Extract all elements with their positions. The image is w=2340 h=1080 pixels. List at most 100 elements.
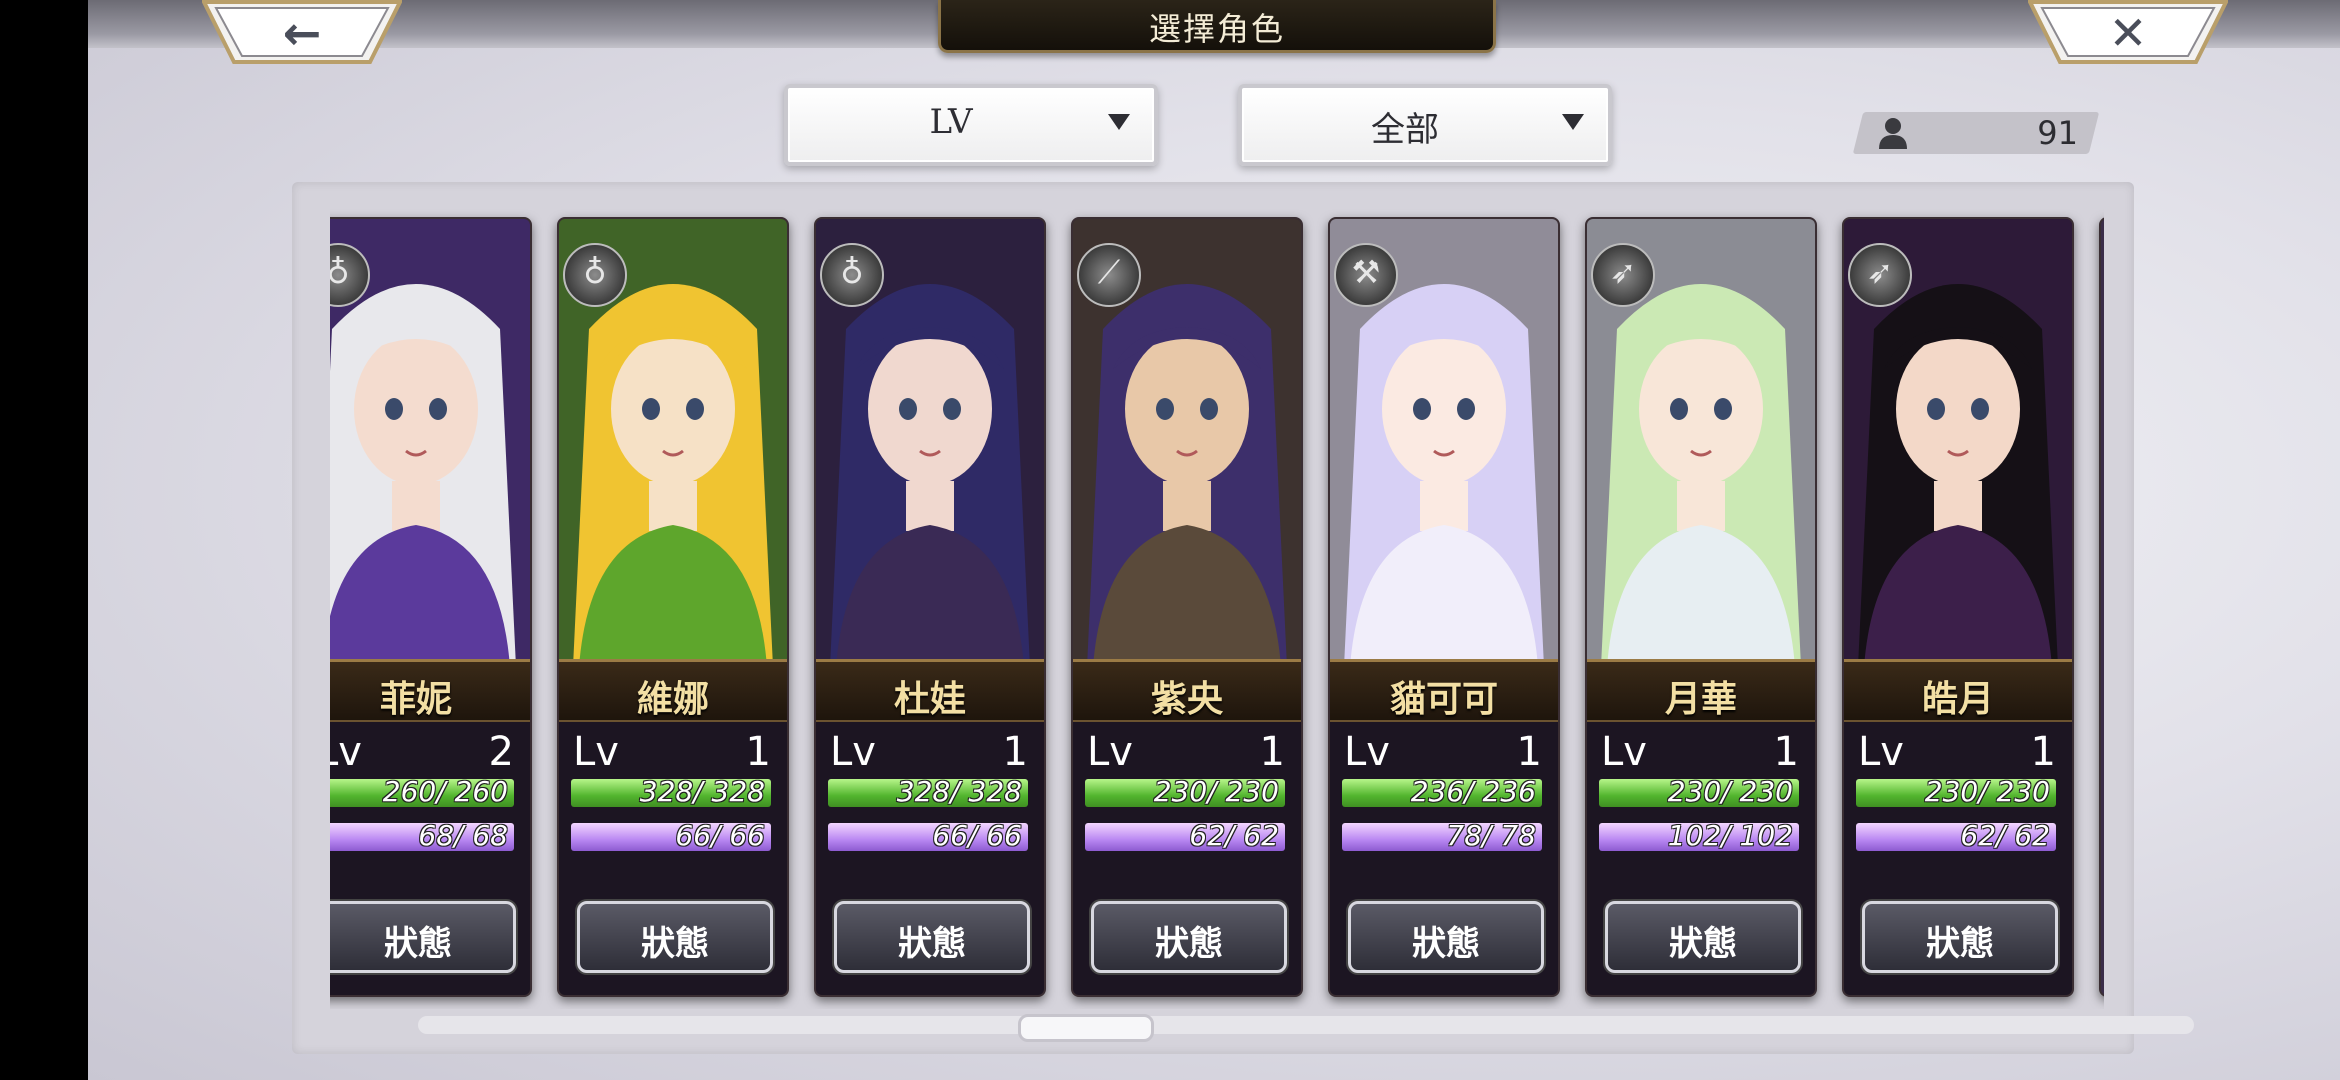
hp-value: 236/ 236 bbox=[1410, 775, 1536, 808]
mp-bar: 62/ 62 bbox=[1085, 819, 1285, 852]
hp-bar: 230/ 230 bbox=[1085, 775, 1285, 808]
status-button-label: 狀態 bbox=[1155, 924, 1223, 964]
status-button[interactable]: 狀態 bbox=[1862, 901, 2058, 973]
mp-bar: 78/ 78 bbox=[1342, 819, 1542, 852]
character-card[interactable]: ➶ 月華 Lv 1 230/ 230 102/ 102 狀態 bbox=[1585, 217, 1817, 997]
character-card[interactable]: ♁ 維娜 Lv 1 328/ 328 66/ 66 狀態 bbox=[557, 217, 789, 997]
hp-value: 230/ 230 bbox=[1153, 775, 1279, 808]
name-plate: 紫央 bbox=[1073, 659, 1301, 722]
character-name: 菲妮 bbox=[379, 678, 452, 720]
mp-value: 66/ 66 bbox=[932, 819, 1022, 852]
hp-value: 230/ 230 bbox=[1667, 775, 1793, 808]
name-plate: 月華 bbox=[1587, 659, 1815, 722]
name-plate: 杜娃 bbox=[816, 659, 1044, 722]
mp-value: 62/ 62 bbox=[1189, 819, 1279, 852]
screen: ← 選擇角色 ✕ LV 全部 91 菲妮 v 2 260/ 260 68/ 68… bbox=[88, 0, 2340, 1080]
mp-value: 62/ 62 bbox=[1960, 819, 2050, 852]
status-button[interactable]: 狀態 bbox=[834, 901, 1030, 973]
character-card[interactable]: ⚒ 貓可可 Lv 1 236/ 236 78/ 78 狀態 bbox=[1328, 217, 1560, 997]
character-card[interactable]: ♁ 菲妮 Lv 2 260/ 260 68/ 68 狀態 bbox=[330, 217, 532, 997]
level-label: Lv bbox=[1601, 729, 1647, 775]
level-value: 1 bbox=[2030, 729, 2056, 775]
axe-icon: ⚒ bbox=[1334, 243, 1398, 307]
status-button[interactable]: 狀態 bbox=[1091, 901, 1287, 973]
character-card[interactable]: ⟋ 紫央 Lv 1 230/ 230 62/ 62 狀態 bbox=[1071, 217, 1303, 997]
level-label: Lv bbox=[830, 729, 876, 775]
status-button-label: 狀態 bbox=[1412, 924, 1480, 964]
status-button-label: 狀態 bbox=[1926, 924, 1994, 964]
character-card[interactable]: ➶ 皓月 Lv 1 230/ 230 62/ 62 狀態 bbox=[1842, 217, 2074, 997]
mp-bar: 66/ 66 bbox=[571, 819, 771, 852]
mp-value: 78/ 78 bbox=[1446, 819, 1536, 852]
character-card[interactable]: ♁ 杜娃 Lv 1 328/ 328 66/ 66 狀態 bbox=[814, 217, 1046, 997]
mp-bar: 66/ 66 bbox=[828, 819, 1028, 852]
hp-value: 230/ 230 bbox=[1924, 775, 2050, 808]
status-button-label: 狀態 bbox=[384, 924, 452, 964]
back-arrow-icon: ← bbox=[282, 6, 322, 60]
staff-icon: ♁ bbox=[820, 243, 884, 307]
character-name: 月華 bbox=[1664, 678, 1737, 720]
mp-bar: 62/ 62 bbox=[1856, 819, 2056, 852]
hp-bar: 260/ 260 bbox=[330, 775, 514, 808]
hp-value: 260/ 260 bbox=[382, 775, 508, 808]
status-button-label: 狀態 bbox=[898, 924, 966, 964]
roster-count: 91 bbox=[2037, 114, 2078, 152]
level-value: 1 bbox=[1516, 729, 1542, 775]
character-carousel[interactable]: ♁ 菲妮 Lv 2 260/ 260 68/ 68 狀態 bbox=[330, 183, 2104, 1009]
status-button[interactable]: 狀態 bbox=[330, 901, 516, 973]
chevron-down-icon bbox=[1562, 114, 1584, 130]
page-title: 選擇角色 bbox=[1148, 10, 1285, 48]
name-plate: 貓可可 bbox=[1330, 659, 1558, 722]
character-name: 紫央 bbox=[1150, 678, 1223, 720]
status-button[interactable]: 狀態 bbox=[1348, 901, 1544, 973]
chevron-down-icon bbox=[1108, 114, 1130, 130]
level-value: 1 bbox=[745, 729, 771, 775]
filter-dropdown[interactable]: 全部 bbox=[1238, 84, 1612, 166]
level-label: Lv bbox=[1344, 729, 1390, 775]
level-value: 1 bbox=[1002, 729, 1028, 775]
mp-bar: 68/ 68 bbox=[330, 819, 514, 852]
scrollbar-thumb[interactable] bbox=[1018, 1014, 1154, 1042]
level-label: Lv bbox=[330, 729, 362, 775]
level-value: 1 bbox=[1259, 729, 1285, 775]
status-button-label: 狀態 bbox=[641, 924, 709, 964]
sort-value: LV bbox=[929, 102, 973, 142]
sort-dropdown[interactable]: LV bbox=[784, 84, 1158, 166]
staff-icon: ♁ bbox=[563, 243, 627, 307]
name-plate: 皓月 bbox=[1844, 659, 2072, 722]
close-icon: ✕ bbox=[2108, 6, 2148, 60]
mp-value: 68/ 68 bbox=[418, 819, 508, 852]
filter-value: 全部 bbox=[1371, 110, 1439, 150]
hp-bar: 328/ 328 bbox=[828, 775, 1028, 808]
close-button[interactable]: ✕ bbox=[2028, 0, 2228, 66]
status-button-label: 狀態 bbox=[1669, 924, 1737, 964]
level-label: Lv bbox=[1087, 729, 1133, 775]
character-name: 杜娃 bbox=[893, 678, 966, 720]
title-plate: 選擇角色 bbox=[938, 0, 1496, 53]
back-button[interactable]: ← bbox=[202, 0, 402, 66]
mp-value: 102/ 102 bbox=[1667, 819, 1793, 852]
status-button[interactable]: 狀態 bbox=[1605, 901, 1801, 973]
name-plate: 維娜 bbox=[559, 659, 787, 722]
hp-bar: 328/ 328 bbox=[571, 775, 771, 808]
hp-value: 328/ 328 bbox=[896, 775, 1022, 808]
character-card-partial[interactable] bbox=[2099, 217, 2104, 997]
character-name: 維娜 bbox=[636, 678, 709, 720]
scrollbar-track[interactable] bbox=[418, 1016, 2194, 1034]
level-value: 1 bbox=[1773, 729, 1799, 775]
level-label: Lv bbox=[1858, 729, 1904, 775]
hp-value: 328/ 328 bbox=[639, 775, 765, 808]
status-button[interactable]: 狀態 bbox=[577, 901, 773, 973]
name-plate: 菲妮 bbox=[330, 659, 530, 722]
bow-icon: ➶ bbox=[1591, 243, 1655, 307]
character-name: 貓可可 bbox=[1389, 678, 1498, 720]
level-value: 2 bbox=[488, 729, 514, 775]
mp-value: 66/ 66 bbox=[675, 819, 765, 852]
hp-bar: 230/ 230 bbox=[1856, 775, 2056, 808]
level-label: Lv bbox=[573, 729, 619, 775]
person-icon bbox=[1879, 118, 1907, 149]
mp-bar: 102/ 102 bbox=[1599, 819, 1799, 852]
hp-bar: 230/ 230 bbox=[1599, 775, 1799, 808]
bow-icon: ➶ bbox=[1848, 243, 1912, 307]
character-name: 皓月 bbox=[1921, 678, 1994, 720]
